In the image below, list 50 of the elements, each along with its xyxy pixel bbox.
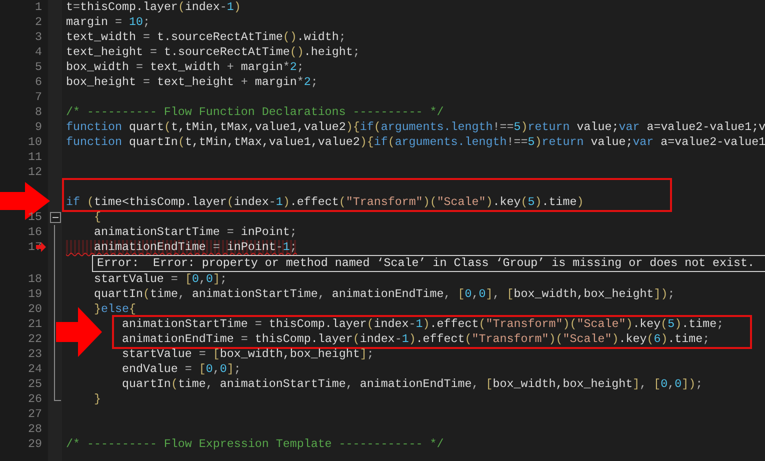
code-line: animationStartTime = inPoint;: [92, 225, 297, 239]
line-number: 4: [35, 45, 42, 60]
code-line: animationEndTime = thisComp.layer(index-1).effect("Transform")("Scale").key(6).time;: [120, 332, 710, 346]
code-line: startValue = [box_width,box_height];: [120, 347, 374, 361]
line-number: 8: [35, 105, 42, 120]
line-number: 15: [28, 210, 42, 225]
line-number: 20: [28, 302, 42, 317]
line-number: 27: [28, 407, 42, 422]
line-number: 6: [35, 75, 42, 90]
line-number: 18: [28, 272, 42, 287]
code-line: box_width = text_width + margin*2;: [66, 60, 304, 74]
code-line: /* ---------- Flow Expression Template ------------ */: [66, 437, 444, 451]
code-line: box_height = text_height + margin*2;: [66, 75, 318, 89]
line-number: 1: [35, 0, 42, 15]
line-number: 10: [28, 135, 42, 150]
line-number: 5: [35, 60, 42, 75]
error-tooltip: Error: Error: property or method named ‘Scale’ in Class ‘Group’ is missing or does not exist.: [92, 255, 765, 272]
line-number: 9: [35, 120, 42, 135]
line-number: 23: [28, 347, 42, 362]
code-line: function quartIn(t,tMin,tMax,value1,value2){if(arguments.length!==5)return value;var a=value2-value1: [66, 135, 765, 149]
line-number: 21: [28, 317, 42, 332]
line-number: 7: [35, 90, 42, 105]
code-line: /* ---------- Flow Function Declarations ---------- */: [66, 105, 444, 119]
code-line: text_width = t.sourceRectAtTime().width;: [66, 30, 346, 44]
line-number: 29: [28, 437, 42, 452]
line-number: 16: [28, 225, 42, 240]
code-line: t=thisComp.layer(index-1): [66, 0, 241, 14]
code-line: quartIn(time, animationStartTime, animationEndTime, [0,0], [box_width,box_height]);: [92, 287, 675, 301]
line-number: 12: [28, 165, 42, 180]
line-number: 25: [28, 377, 42, 392]
code-line: quartIn(time, animationStartTime, animationEndTime, [box_width,box_height], [0,0]);: [120, 377, 703, 391]
code-line: }: [92, 392, 101, 406]
line-number: 3: [35, 30, 42, 45]
code-line: function quart(t,tMin,tMax,value1,value2){if(arguments.length!==5)return value;var a=value2-value1;v: [66, 120, 765, 134]
line-number: 2: [35, 15, 42, 30]
code-line: text_height = t.sourceRectAtTime().height;: [66, 45, 360, 59]
line-number: 28: [28, 422, 42, 437]
line-number: 26: [28, 392, 42, 407]
line-number: 11: [28, 150, 42, 165]
code-line: startValue = [0,0];: [92, 272, 227, 286]
code-line: margin = 10;: [66, 15, 150, 29]
line-number: 24: [28, 362, 42, 377]
code-line: endValue = [0,0];: [120, 362, 241, 376]
code-line: animationStartTime = thisComp.layer(index-1).effect("Transform")("Scale").key(5).time;: [120, 317, 724, 331]
collapse-icon[interactable]: [50, 212, 60, 223]
code-line: }else{: [92, 302, 136, 316]
code-line: {: [92, 210, 101, 224]
code-line: if (time<thisComp.layer(index-1).effect("Transform")("Scale").key(5).time): [66, 195, 584, 209]
line-number: 22: [28, 332, 42, 347]
line-number: 19: [28, 287, 42, 302]
